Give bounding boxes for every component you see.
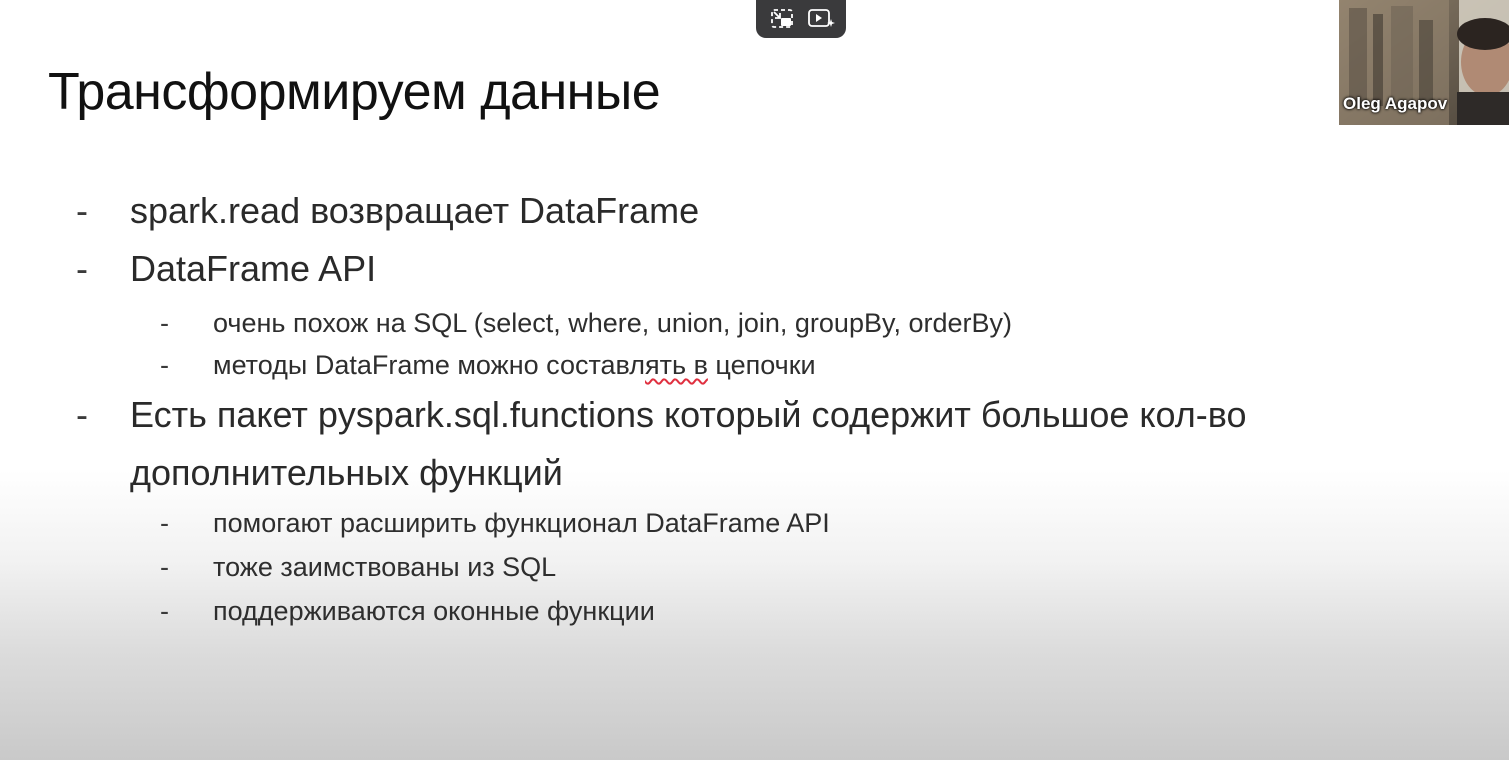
sub-bullet-text: поддерживаются оконные функции [213,596,655,626]
spellcheck-marked-text: ять в [645,350,708,380]
sub-bullet-dash: - [160,350,169,380]
sub-bullet-text: методы DataFrame можно составлять в цепо… [213,350,816,381]
video-effects-icon [807,9,835,27]
bullet-text: DataFrame API [130,248,377,289]
sub-bullet-text-end: цепочки [707,350,816,380]
sub-bullet-text: очень похож на SQL (select, where, union… [213,308,1013,338]
sub-bullet-text-start: методы DataFrame можно составл [213,350,646,380]
bullet-dash: - [76,394,88,435]
bullet-text-continuation: дополнительных функций [130,452,563,493]
sub-bullet-dash: - [160,508,169,538]
sub-bullet-dash: - [160,596,169,626]
exit-fullscreen-button[interactable] [766,4,798,34]
slide-title: Трансформируем данные [48,63,661,121]
bullet-dash: - [76,248,88,289]
sub-bullet-dash: - [160,552,169,582]
presentation-slide: Трансформируем данные - spark.read возвр… [0,0,1509,760]
bullet-text: Есть пакет pyspark.sql.functions который… [130,394,1247,435]
participant-video-tile[interactable]: Oleg Agapov [1339,0,1509,125]
sub-bullet-text: тоже заимствованы из SQL [213,552,557,582]
video-effects-button[interactable] [805,4,837,34]
meeting-controls-bar [756,0,846,38]
bullet-dash: - [76,190,88,231]
bullet-text: spark.read возвращает DataFrame [130,190,700,231]
sub-bullet-text: помогают расширить функционал DataFrame … [213,508,830,538]
exit-fullscreen-icon [770,9,793,28]
sub-bullet-dash: - [160,308,169,338]
participant-name: Oleg Agapov [1343,94,1448,113]
